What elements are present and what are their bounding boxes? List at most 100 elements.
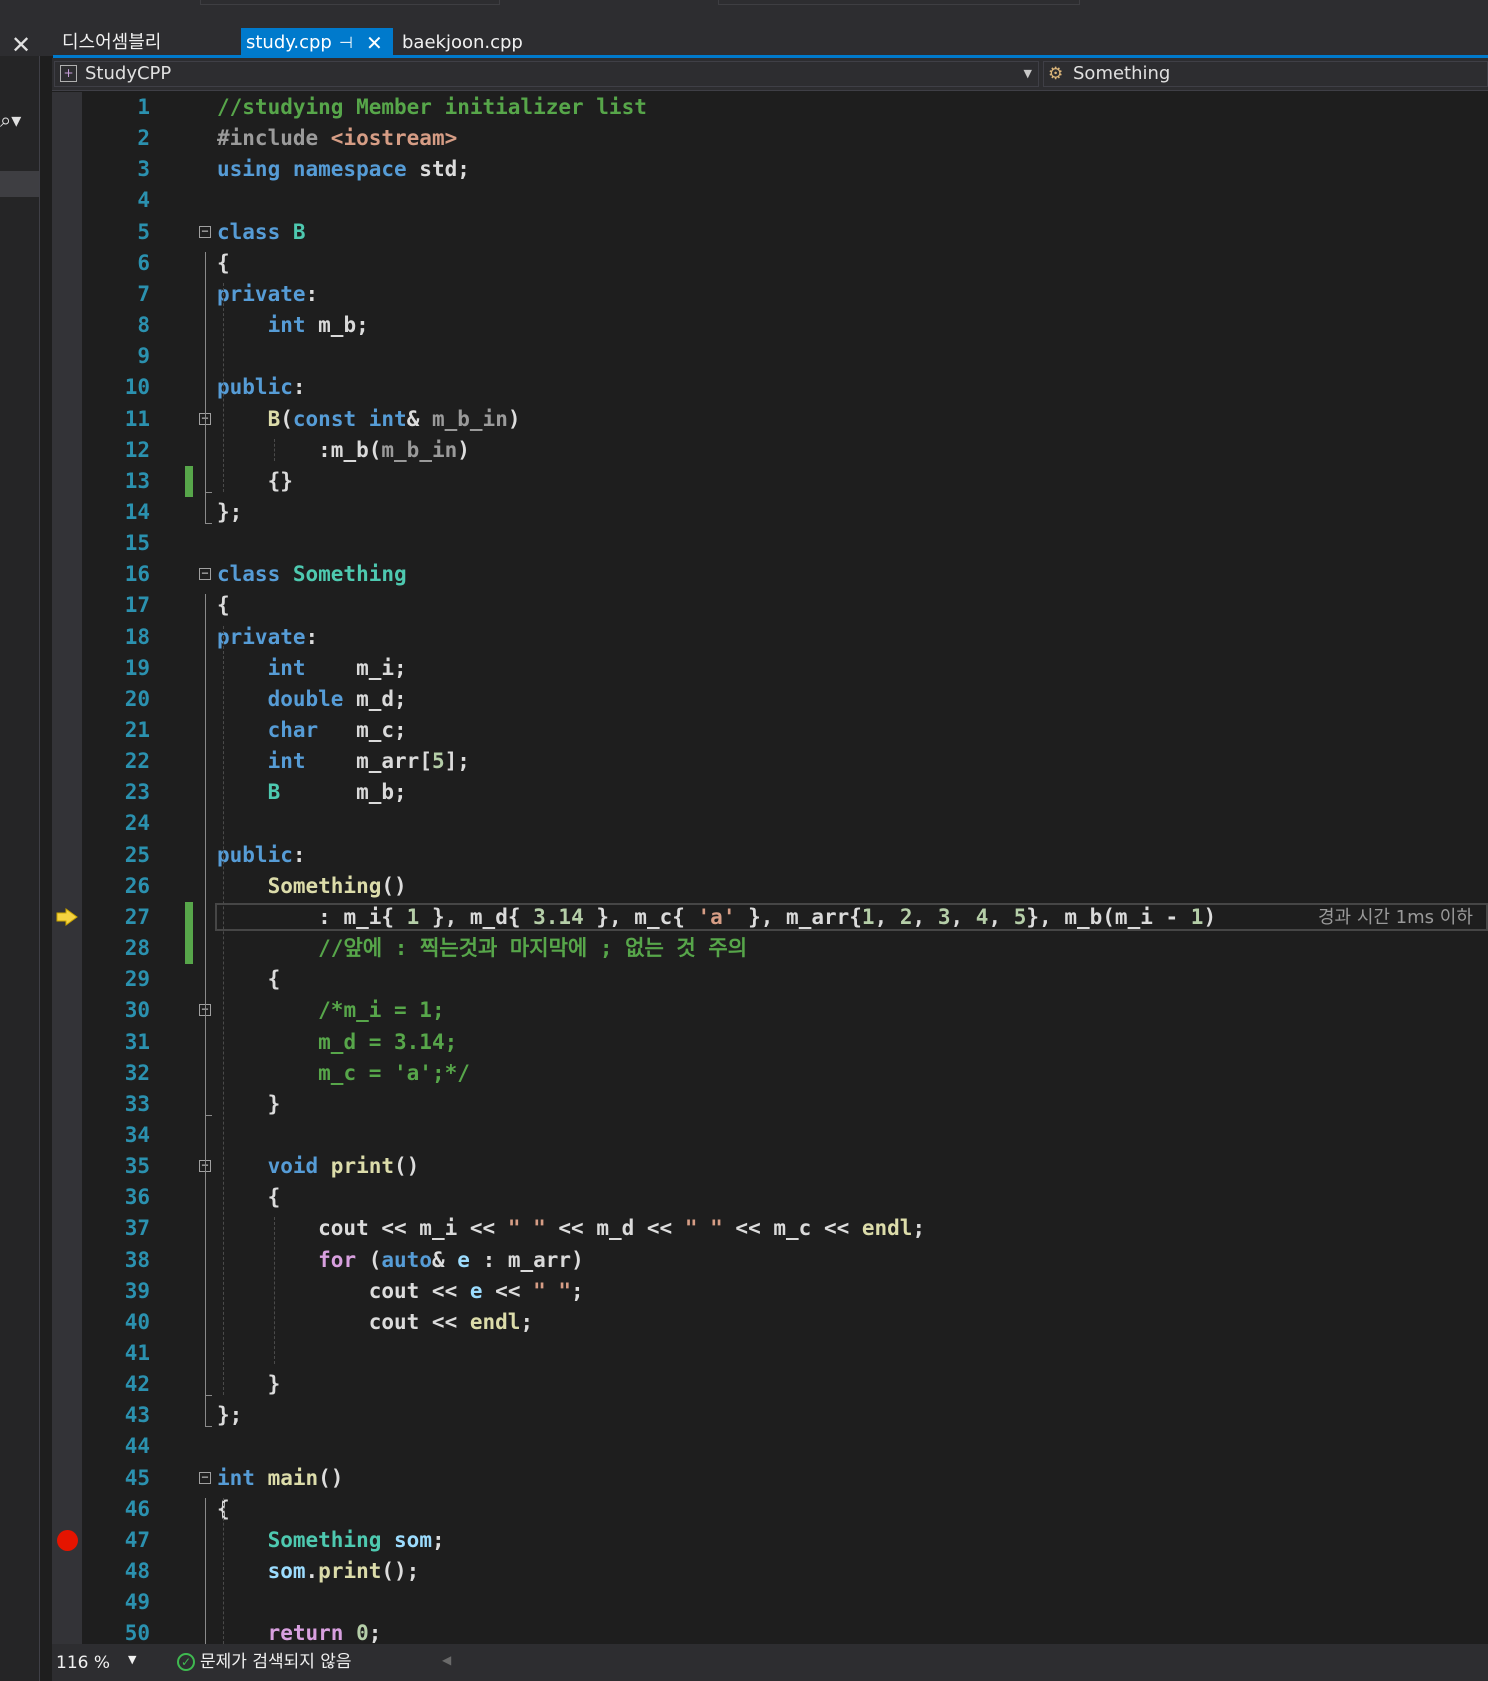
collapse-toggle-icon[interactable]: −: [199, 1471, 211, 1484]
code-text[interactable]: //앞에 : 찍는것과 마지막에 ; 없는 것 주의: [217, 933, 747, 964]
code-text[interactable]: class B: [217, 217, 306, 248]
code-text[interactable]: return 0;: [217, 1618, 382, 1644]
collapse-toggle-icon[interactable]: −: [199, 225, 211, 238]
code-text[interactable]: B m_b;: [217, 777, 407, 808]
code-line[interactable]: 40 cout << endl;: [52, 1307, 1488, 1338]
code-line[interactable]: 18 private:: [52, 622, 1488, 653]
code-line[interactable]: 48 som.print();: [52, 1556, 1488, 1587]
code-line[interactable]: 17 {: [52, 590, 1488, 621]
code-text[interactable]: int m_b;: [217, 310, 369, 341]
code-line[interactable]: 44: [52, 1431, 1488, 1462]
code-line[interactable]: 42 }: [52, 1369, 1488, 1400]
issues-indicator[interactable]: ✓ 문제가 검색되지 않음: [177, 1650, 352, 1674]
code-line[interactable]: 46{: [52, 1494, 1488, 1525]
code-line[interactable]: 25 public:: [52, 840, 1488, 871]
code-line[interactable]: − 45 int main(): [52, 1463, 1488, 1494]
code-line[interactable]: 29 {: [52, 964, 1488, 995]
code-text[interactable]: private:: [217, 622, 318, 653]
code-line[interactable]: 1 //studying Member initializer list: [52, 92, 1488, 123]
zoom-level[interactable]: 116 %: [56, 1653, 110, 1673]
close-panel-icon[interactable]: ✕: [8, 32, 34, 58]
scope-dropdown[interactable]: ⚙ Something: [1043, 61, 1488, 87]
code-text[interactable]: {: [217, 1182, 281, 1213]
code-line[interactable]: 23 B m_b;: [52, 777, 1488, 808]
code-text[interactable]: cout << endl;: [217, 1307, 533, 1338]
code-line[interactable]: 9: [52, 341, 1488, 372]
code-line[interactable]: 15: [52, 528, 1488, 559]
breakpoint-icon[interactable]: [57, 1529, 78, 1551]
search-icon[interactable]: ⌕▾: [0, 108, 21, 132]
code-line[interactable]: 6{: [52, 248, 1488, 279]
code-text[interactable]: m_d = 3.14;: [217, 1027, 457, 1058]
code-text[interactable]: double m_d;: [217, 684, 407, 715]
code-line[interactable]: − 16 class Something: [52, 559, 1488, 590]
code-text[interactable]: som.print();: [217, 1556, 420, 1587]
code-line[interactable]: 4: [52, 185, 1488, 216]
project-dropdown[interactable]: + StudyCPP ▼: [54, 61, 1039, 87]
code-text[interactable]: class Something: [217, 559, 407, 590]
code-line[interactable]: 10 public:: [52, 372, 1488, 403]
close-tab-icon[interactable]: ✕: [366, 28, 383, 58]
code-text[interactable]: int main(): [217, 1463, 343, 1494]
code-text[interactable]: #include <iostream>: [217, 123, 457, 154]
code-text[interactable]: Something(): [217, 871, 407, 902]
code-line[interactable]: 20 double m_d;: [52, 684, 1488, 715]
code-line[interactable]: 34: [52, 1120, 1488, 1151]
code-line[interactable]: 7 private:: [52, 279, 1488, 310]
code-line[interactable]: 13 {}: [52, 465, 1488, 497]
code-line[interactable]: 50 return 0;: [52, 1618, 1488, 1644]
code-editor[interactable]: 1 //studying Member initializer list 2 #inc…: [52, 92, 1488, 1644]
code-text[interactable]: :m_b(m_b_in): [217, 435, 470, 466]
code-line[interactable]: −11 B(const int& m_b_in): [52, 404, 1488, 435]
code-text[interactable]: public:: [217, 840, 306, 871]
code-line[interactable]: 43};: [52, 1400, 1488, 1431]
code-text[interactable]: void print(): [217, 1151, 420, 1182]
code-line[interactable]: 36 {: [52, 1182, 1488, 1213]
code-line[interactable]: 26 Something(): [52, 871, 1488, 902]
code-line[interactable]: 24: [52, 808, 1488, 839]
code-line[interactable]: 2 #include <iostream>: [52, 123, 1488, 154]
tab-disassembly[interactable]: 디스어셈블리: [62, 28, 161, 58]
code-text[interactable]: cout << m_i << " " << m_d << " " << m_c …: [217, 1213, 925, 1244]
code-text[interactable]: int m_i;: [217, 653, 407, 684]
code-text[interactable]: /*m_i = 1;: [217, 995, 444, 1026]
code-text[interactable]: int m_arr[5];: [217, 746, 470, 777]
pin-icon[interactable]: ⊣: [339, 28, 353, 58]
code-text[interactable]: }: [217, 1369, 281, 1400]
code-line[interactable]: 12 :m_b(m_b_in): [52, 435, 1488, 466]
code-text[interactable]: };: [217, 497, 242, 528]
collapse-toggle-icon[interactable]: −: [199, 567, 211, 581]
scroll-left-icon[interactable]: ◀: [442, 1653, 451, 1667]
code-line[interactable]: 19 int m_i;: [52, 653, 1488, 684]
code-line[interactable]: 37 cout << m_i << " " << m_d << " " << m…: [52, 1213, 1488, 1244]
code-text[interactable]: for (auto& e : m_arr): [217, 1245, 584, 1276]
zoom-chevron-down-icon[interactable]: ▼: [128, 1653, 136, 1666]
code-line[interactable]: 28 //앞에 : 찍는것과 마지막에 ; 없는 것 주의: [52, 933, 1488, 965]
code-text[interactable]: };: [217, 1400, 242, 1431]
code-text[interactable]: {: [217, 248, 230, 279]
code-text[interactable]: : m_i{ 1 }, m_d{ 3.14 }, m_c{ 'a' }, m_a…: [217, 902, 1216, 933]
code-text[interactable]: {: [217, 964, 281, 995]
code-line[interactable]: −30 /*m_i = 1;: [52, 995, 1488, 1026]
code-line[interactable]: −35 void print(): [52, 1151, 1488, 1182]
code-line[interactable]: 39 cout << e << " ";: [52, 1276, 1488, 1307]
tab-baekjoon-cpp[interactable]: baekjoon.cpp: [402, 28, 523, 58]
code-line[interactable]: 49: [52, 1587, 1488, 1618]
code-line[interactable]: 8 int m_b;: [52, 310, 1488, 341]
code-line[interactable]: 22 int m_arr[5];: [52, 746, 1488, 777]
code-line[interactable]: 38 for (auto& e : m_arr): [52, 1245, 1488, 1276]
code-line[interactable]: − 5 class B: [52, 217, 1488, 248]
tab-study-cpp[interactable]: study.cpp ⊣ ✕: [241, 28, 393, 58]
code-text[interactable]: {}: [217, 466, 293, 497]
code-text[interactable]: cout << e << " ";: [217, 1276, 584, 1307]
code-text[interactable]: {: [217, 590, 230, 621]
code-line[interactable]: 14};: [52, 497, 1488, 528]
code-text[interactable]: Something som;: [217, 1525, 445, 1556]
code-line[interactable]: 33 }: [52, 1089, 1488, 1120]
code-text[interactable]: B(const int& m_b_in): [217, 404, 521, 435]
code-text[interactable]: using namespace std;: [217, 154, 470, 185]
code-line[interactable]: 21 char m_c;: [52, 715, 1488, 746]
code-text[interactable]: public:: [217, 372, 306, 403]
code-text[interactable]: char m_c;: [217, 715, 407, 746]
code-text[interactable]: private:: [217, 279, 318, 310]
